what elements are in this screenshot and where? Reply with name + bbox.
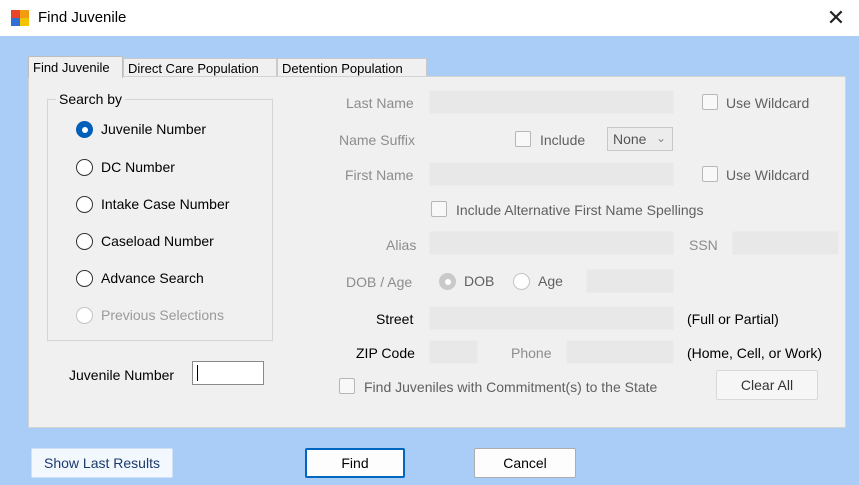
use-wildcard-last-label: Use Wildcard (726, 95, 810, 111)
radio-icon[interactable] (513, 273, 530, 290)
street-hint: (Full or Partial) (687, 311, 779, 327)
title-bar: Find Juvenile ✕ (0, 0, 859, 36)
use-wildcard-last-checkbox[interactable] (702, 94, 718, 110)
find-juvenile-panel: Search by Juvenile Number DC Number Inta… (28, 76, 846, 428)
suffix-select-value: None (613, 131, 647, 147)
app-window-icon (11, 10, 29, 26)
radio-label: Advance Search (101, 270, 204, 286)
ssn-input[interactable] (732, 231, 839, 255)
tab-direct-care-population[interactable]: Direct Care Population (123, 58, 277, 77)
radio-icon[interactable] (76, 233, 93, 250)
suffix-select[interactable]: None ⌄ (607, 127, 673, 151)
search-by-group: Search by Juvenile Number DC Number Inta… (47, 91, 273, 341)
juvenile-number-input[interactable] (192, 361, 264, 385)
phone-hint: (Home, Cell, or Work) (687, 345, 823, 361)
age-input[interactable] (586, 269, 674, 293)
alt-spellings-label: Include Alternative First Name Spellings (456, 202, 704, 218)
use-wildcard-first-checkbox[interactable] (702, 166, 718, 182)
last-name-label: Last Name (346, 95, 414, 111)
include-suffix-checkbox[interactable] (515, 131, 531, 147)
last-name-input[interactable] (429, 90, 674, 114)
street-label: Street (376, 311, 414, 327)
include-suffix-label: Include (540, 132, 586, 148)
close-icon: ✕ (826, 5, 846, 30)
radio-label: Age (538, 273, 563, 289)
radio-label: Juvenile Number (101, 121, 207, 137)
phone-label: Phone (511, 345, 552, 361)
window-title: Find Juvenile (38, 9, 127, 26)
alias-label: Alias (386, 237, 417, 253)
radio-icon[interactable] (76, 196, 93, 213)
radio-checked-icon[interactable] (439, 273, 456, 290)
ssn-label: SSN (689, 237, 718, 253)
radio-label: DOB (464, 273, 495, 289)
find-button[interactable]: Find (305, 448, 405, 478)
phone-input[interactable] (566, 340, 674, 364)
tab-detention-population[interactable]: Detention Population (277, 58, 427, 77)
text-caret (197, 365, 198, 381)
radio-label: Caseload Number (101, 233, 214, 249)
dob-age-label: DOB / Age (346, 274, 413, 290)
name-suffix-label: Name Suffix (339, 132, 415, 148)
dialog-body: Find Juvenile Direct Care Population Det… (0, 36, 859, 485)
juvenile-number-label: Juvenile Number (69, 367, 175, 383)
radio-label: Previous Selections (101, 307, 224, 323)
cancel-button[interactable]: Cancel (474, 448, 576, 478)
show-last-results-button[interactable]: Show Last Results (31, 448, 173, 478)
tab-find-juvenile[interactable]: Find Juvenile (28, 56, 123, 78)
first-name-label: First Name (345, 167, 414, 183)
first-name-input[interactable] (429, 162, 674, 186)
alt-spellings-checkbox[interactable] (431, 201, 447, 217)
radio-disabled-icon (76, 307, 93, 324)
search-by-legend: Search by (56, 91, 126, 107)
clear-all-button[interactable]: Clear All (716, 370, 818, 400)
street-input[interactable] (429, 306, 674, 330)
radio-icon[interactable] (76, 159, 93, 176)
radio-checked-icon[interactable] (76, 121, 93, 138)
commitment-checkbox[interactable] (339, 378, 355, 394)
radio-label: Intake Case Number (101, 196, 230, 212)
chevron-down-icon: ⌄ (655, 131, 666, 145)
radio-label: DC Number (101, 159, 175, 175)
close-button[interactable]: ✕ (813, 0, 859, 36)
alias-input[interactable] (429, 231, 674, 255)
zip-code-label: ZIP Code (356, 345, 415, 361)
commitment-label: Find Juveniles with Commitment(s) to the… (364, 379, 658, 395)
radio-icon[interactable] (76, 270, 93, 287)
use-wildcard-first-label: Use Wildcard (726, 167, 810, 183)
zip-code-input[interactable] (429, 340, 478, 364)
